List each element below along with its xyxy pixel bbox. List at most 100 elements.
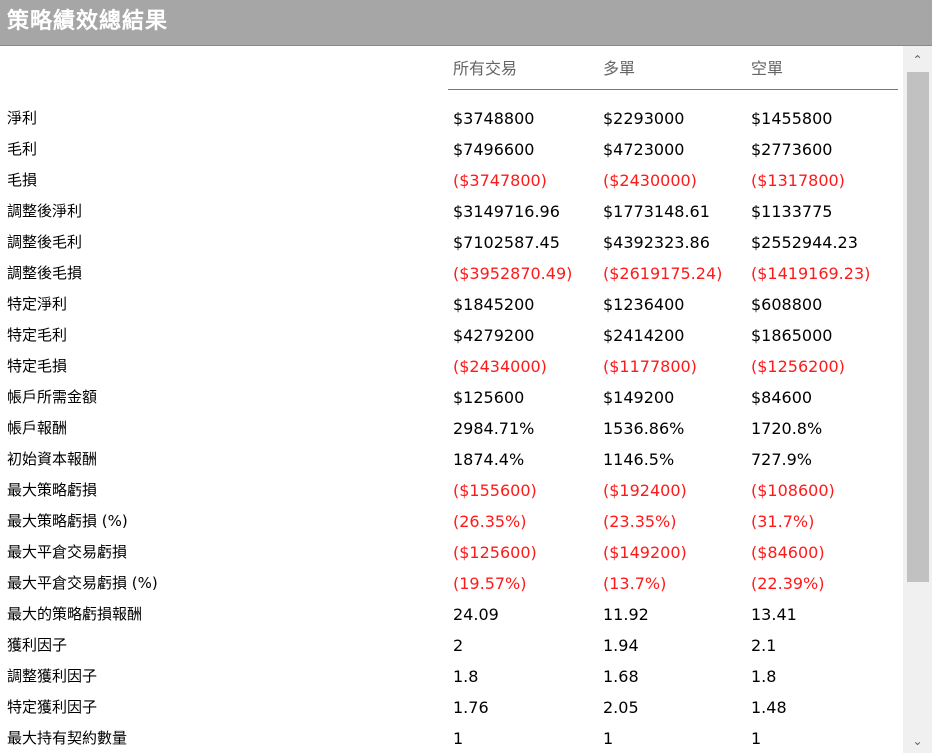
row-value: $7496600: [453, 140, 535, 159]
table-row: 特定毛損 ($2434000) ($1177800) ($1256200): [0, 351, 903, 382]
column-header-long: 多單: [603, 59, 636, 78]
row-value: ($1177800): [603, 357, 697, 376]
row-value: ($3747800): [453, 171, 547, 190]
row-value: $2293000: [603, 109, 685, 128]
row-label: 帳戶報酬: [7, 419, 68, 437]
row-value: ($1419169.23): [751, 264, 871, 283]
header-divider: [448, 89, 898, 90]
row-value: $1455800: [751, 109, 833, 128]
row-value: ($155600): [453, 481, 537, 500]
table-row: 最大持有契約數量 1 1 1: [0, 723, 903, 753]
table-row: 毛損 ($3747800) ($2430000) ($1317800): [0, 165, 903, 196]
row-value: 2.05: [603, 698, 639, 717]
row-value: $2773600: [751, 140, 833, 159]
row-value: $1865000: [751, 326, 833, 345]
row-label: 最大的策略虧損報酬: [7, 605, 143, 623]
row-label: 最大平倉交易虧損 (%): [7, 574, 158, 592]
table-row: 最大平倉交易虧損 ($125600) ($149200) ($84600): [0, 537, 903, 568]
row-value: ($1317800): [751, 171, 845, 190]
row-value: 1.94: [603, 636, 639, 655]
row-label: 毛損: [7, 171, 38, 189]
row-value: $7102587.45: [453, 233, 560, 252]
summary-table: 所有交易 多單 空單 淨利 $3748800 $2293000 $1455800 毛利 $…: [0, 46, 903, 753]
row-value: ($3952870.49): [453, 264, 573, 283]
row-value: 2.1: [751, 636, 777, 655]
table-row: 最大策略虧損 (%) (26.35%) (23.35%) (31.7%): [0, 506, 903, 537]
table-row: 調整後淨利 $3149716.96 $1773148.61 $1133775: [0, 196, 903, 227]
column-header-short: 空單: [751, 59, 784, 78]
table-row: 淨利 $3748800 $2293000 $1455800: [0, 103, 903, 134]
row-value: 1.76: [453, 698, 489, 717]
scrollbar-thumb[interactable]: [907, 72, 929, 582]
row-label: 調整後毛損: [7, 264, 83, 282]
row-value: $2414200: [603, 326, 685, 345]
row-value: $2552944.23: [751, 233, 858, 252]
row-value: (19.57%): [453, 574, 527, 593]
row-value: $125600: [453, 388, 525, 407]
row-value: 1: [453, 729, 464, 748]
row-value: 1720.8%: [751, 419, 823, 438]
row-label: 調整後淨利: [7, 202, 83, 220]
chevron-up-icon[interactable]: ⌃: [903, 50, 932, 70]
row-value: ($2619175.24): [603, 264, 723, 283]
table-row: 特定獲利因子 1.76 2.05 1.48: [0, 692, 903, 723]
row-value: (23.35%): [603, 512, 677, 531]
row-value: $3748800: [453, 109, 535, 128]
table-row: 調整獲利因子 1.8 1.68 1.8: [0, 661, 903, 692]
row-value: ($2430000): [603, 171, 697, 190]
row-value: (31.7%): [751, 512, 815, 531]
row-label: 淨利: [7, 109, 38, 127]
table-row: 調整後毛利 $7102587.45 $4392323.86 $2552944.23: [0, 227, 903, 258]
row-label: 調整獲利因子: [7, 667, 98, 685]
row-value: (13.7%): [603, 574, 667, 593]
row-value: $84600: [751, 388, 813, 407]
row-value: 1.68: [603, 667, 639, 686]
row-value: $608800: [751, 295, 823, 314]
row-label: 毛利: [7, 140, 38, 158]
row-value: 1.8: [751, 667, 777, 686]
row-value: 1874.4%: [453, 450, 525, 469]
row-value: $4392323.86: [603, 233, 710, 252]
row-value: $1133775: [751, 202, 833, 221]
row-value: 11.92: [603, 605, 649, 624]
row-value: 1536.86%: [603, 419, 685, 438]
row-label: 最大策略虧損 (%): [7, 512, 128, 530]
row-value: 1.48: [751, 698, 787, 717]
row-value: $1773148.61: [603, 202, 710, 221]
row-label: 特定獲利因子: [7, 698, 98, 716]
table-row: 帳戶報酬 2984.71% 1536.86% 1720.8%: [0, 413, 903, 444]
row-value: 2984.71%: [453, 419, 535, 438]
table-row: 最大策略虧損 ($155600) ($192400) ($108600): [0, 475, 903, 506]
row-label: 初始資本報酬: [7, 450, 98, 468]
row-value: $1845200: [453, 295, 535, 314]
row-label: 調整後毛利: [7, 233, 83, 251]
row-value: 1: [603, 729, 614, 748]
row-value: 1.8: [453, 667, 479, 686]
row-label: 帳戶所需金額: [7, 388, 98, 406]
vertical-scrollbar[interactable]: ⌃ ⌄: [903, 46, 932, 753]
row-value: 13.41: [751, 605, 797, 624]
row-value: ($108600): [751, 481, 835, 500]
row-value: ($192400): [603, 481, 687, 500]
row-label: 最大持有契約數量: [7, 729, 128, 747]
row-value: ($1256200): [751, 357, 845, 376]
table-row: 特定淨利 $1845200 $1236400 $608800: [0, 289, 903, 320]
row-value: $1236400: [603, 295, 685, 314]
table-row: 獲利因子 2 1.94 2.1: [0, 630, 903, 661]
row-value: 1146.5%: [603, 450, 675, 469]
table-row: 特定毛利 $4279200 $2414200 $1865000: [0, 320, 903, 351]
row-value: 727.9%: [751, 450, 813, 469]
row-value: ($125600): [453, 543, 537, 562]
row-value: ($84600): [751, 543, 825, 562]
row-value: $4723000: [603, 140, 685, 159]
row-value: (26.35%): [453, 512, 527, 531]
row-label: 特定淨利: [7, 295, 68, 313]
chevron-down-icon[interactable]: ⌄: [903, 731, 932, 751]
table-row: 最大平倉交易虧損 (%) (19.57%) (13.7%) (22.39%): [0, 568, 903, 599]
table-row: 帳戶所需金額 $125600 $149200 $84600: [0, 382, 903, 413]
table-row: 最大的策略虧損報酬 24.09 11.92 13.41: [0, 599, 903, 630]
table-row: 調整後毛損 ($3952870.49) ($2619175.24) ($1419169…: [0, 258, 903, 289]
row-value: ($149200): [603, 543, 687, 562]
row-label: 特定毛損: [7, 357, 68, 375]
row-value: $149200: [603, 388, 675, 407]
